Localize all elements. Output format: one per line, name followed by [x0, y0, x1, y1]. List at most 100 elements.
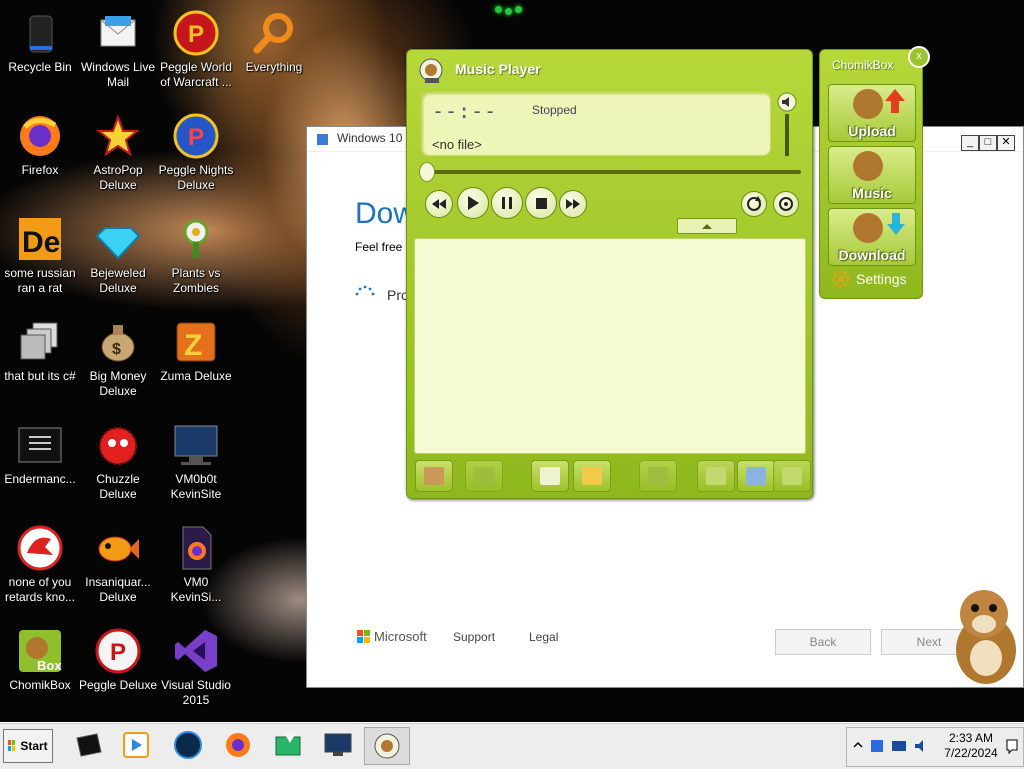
desktop-icon-label: Peggle World of Warcraft ...	[160, 60, 232, 89]
zuma-icon: Z	[173, 319, 219, 365]
recycle-bin-icon	[17, 10, 63, 56]
taskbar-app-chomikbox[interactable]	[364, 727, 410, 765]
volume-icon[interactable]	[913, 738, 929, 754]
settings-label: Settings	[856, 271, 907, 287]
pause-button[interactable]	[491, 187, 523, 219]
desktop-icon-chomikbox[interactable]: Box ChomikBox	[0, 622, 80, 693]
hamster-download-icon	[853, 213, 883, 243]
download-button[interactable]: Download	[828, 208, 916, 266]
desktop-icon-label: Visual Studio 2015	[161, 678, 231, 707]
taskbar-app-monitor[interactable]	[316, 727, 360, 763]
pause-icon	[502, 197, 512, 209]
rewind-button[interactable]	[425, 190, 453, 218]
playlist-area[interactable]	[414, 238, 806, 454]
network-icon[interactable]	[869, 738, 885, 754]
open-playlist-button[interactable]	[737, 460, 775, 492]
delete-button[interactable]	[639, 460, 677, 492]
play-button[interactable]	[457, 187, 489, 219]
desktop-icon-peggle-deluxe[interactable]: P Peggle Deluxe	[78, 622, 158, 693]
desktop-icon-label: Plants vs Zombies	[171, 266, 221, 295]
chevron-up-icon	[702, 224, 712, 229]
taskbar-app-media[interactable]	[114, 727, 158, 763]
taskbar-app-installer[interactable]	[266, 727, 310, 763]
stop-button[interactable]	[525, 187, 557, 219]
player-time: --:--	[432, 99, 498, 123]
desktop: Recycle Bin Windows Live Mail P Peggle W…	[0, 0, 1024, 722]
desktop-icon-peggle-nights[interactable]: P Peggle Nights Deluxe	[156, 107, 236, 193]
desktop-icon-zuma[interactable]: Z Zuma Deluxe	[156, 313, 236, 384]
support-link[interactable]: Support	[453, 630, 495, 644]
desktop-icon-vm0-kevinsite[interactable]: VM0 KevinSi...	[156, 519, 236, 605]
collapse-playlist-button[interactable]	[677, 218, 737, 234]
remove-button[interactable]	[465, 460, 503, 492]
desktop-icon-label: Chuzzle Deluxe	[96, 472, 140, 501]
arrow-down-icon	[887, 213, 905, 235]
music-player-window[interactable]: Music Player --:-- Stopped <no file>	[406, 49, 813, 499]
desktop-icon-label: none of you retards kno...	[4, 575, 76, 604]
fast-forward-button[interactable]	[559, 190, 587, 218]
desktop-icon-endermanch[interactable]: Endermanc...	[0, 416, 80, 487]
repeat-button[interactable]	[741, 191, 767, 217]
maximize-button[interactable]: □	[979, 135, 997, 151]
chevron-up-icon[interactable]	[853, 740, 863, 750]
desktop-icon-everything[interactable]: Everything	[234, 4, 314, 75]
desktop-icon-recycle-bin[interactable]: Recycle Bin	[0, 4, 80, 75]
hamster-mascot[interactable]	[950, 584, 1020, 688]
chomikbox-panel[interactable]: ChomikBox x Upload Music Download Settin…	[819, 46, 930, 299]
seek-handle[interactable]	[419, 162, 435, 182]
desktop-icon-visual-studio[interactable]: Visual Studio 2015	[156, 622, 236, 708]
volume-control[interactable]	[775, 92, 799, 158]
taskbar-app-globe[interactable]	[166, 727, 210, 763]
close-icon[interactable]: x	[908, 46, 930, 68]
desktop-icon-chuzzle[interactable]: Chuzzle Deluxe	[78, 416, 158, 502]
clock[interactable]: 2:33 AM 7/22/2024	[941, 731, 1001, 761]
add-file-icon	[540, 467, 560, 485]
desktop-icon-russian-rat[interactable]: De some russian ran a rat	[0, 210, 80, 296]
plant-icon	[173, 216, 219, 262]
desktop-icon-that-but-c[interactable]: that but its c#	[0, 313, 80, 384]
add-user-button[interactable]	[415, 460, 453, 492]
player-display: --:-- Stopped <no file>	[421, 92, 771, 156]
minimize-button[interactable]: _	[961, 135, 979, 151]
notification-icon[interactable]	[1005, 738, 1019, 754]
peggle-icon: P	[95, 628, 141, 674]
add-folder-button[interactable]	[573, 460, 611, 492]
desktop-icon-plants-vs-zombies[interactable]: Plants vs Zombies	[156, 210, 236, 296]
desktop-icon-none-of-you[interactable]: none of you retards kno...	[0, 519, 80, 605]
music-button[interactable]: Music	[828, 146, 916, 204]
desktop-icon-astropop[interactable]: AstroPop Deluxe	[78, 107, 158, 193]
desktop-icon-big-money[interactable]: $ Big Money Deluxe	[78, 313, 158, 399]
taskbar-app-firefox[interactable]	[216, 727, 260, 763]
windows-logo-icon	[8, 740, 16, 751]
hamster-icon	[417, 56, 445, 84]
display-icon[interactable]	[891, 738, 907, 754]
mail-icon	[95, 10, 141, 56]
clock-date: 7/22/2024	[944, 746, 998, 760]
desktop-icon-bejeweled[interactable]: Bejeweled Deluxe	[78, 210, 158, 296]
close-button[interactable]: ✕	[997, 135, 1015, 151]
desktop-icon-peggle-wow[interactable]: P Peggle World of Warcraft ...	[156, 4, 236, 90]
desktop-icon-label: Bejeweled Deluxe	[90, 266, 146, 295]
taskbar-app-terminal[interactable]	[66, 727, 110, 763]
back-button[interactable]: Back	[775, 629, 871, 655]
spinner-icon	[355, 285, 375, 305]
new-playlist-button[interactable]	[697, 460, 735, 492]
desktop-icon-insaniquarium[interactable]: Insaniquar... Deluxe	[78, 519, 158, 605]
microsoft-brand[interactable]: Microsoft	[357, 629, 427, 644]
desktop-icon-firefox[interactable]: Firefox	[0, 107, 80, 178]
rewind-icon	[432, 199, 446, 209]
save-playlist-button[interactable]	[773, 460, 811, 492]
desktop-icon-label: Recycle Bin	[8, 60, 72, 74]
upload-button[interactable]: Upload	[828, 84, 916, 142]
installer-icon	[275, 733, 301, 756]
upload-label: Upload	[848, 123, 896, 139]
settings-button[interactable]: Settings	[832, 270, 907, 288]
start-button[interactable]: Start	[3, 729, 53, 763]
seek-bar[interactable]	[421, 170, 801, 174]
legal-link[interactable]: Legal	[529, 630, 558, 644]
desktop-icon-windows-live-mail[interactable]: Windows Live Mail	[78, 4, 158, 90]
shuffle-button[interactable]	[773, 191, 799, 217]
desktop-icon-vm0b0t[interactable]: VM0b0t KevinSite	[156, 416, 236, 502]
visual-studio-icon	[173, 628, 219, 674]
add-file-button[interactable]	[531, 460, 569, 492]
